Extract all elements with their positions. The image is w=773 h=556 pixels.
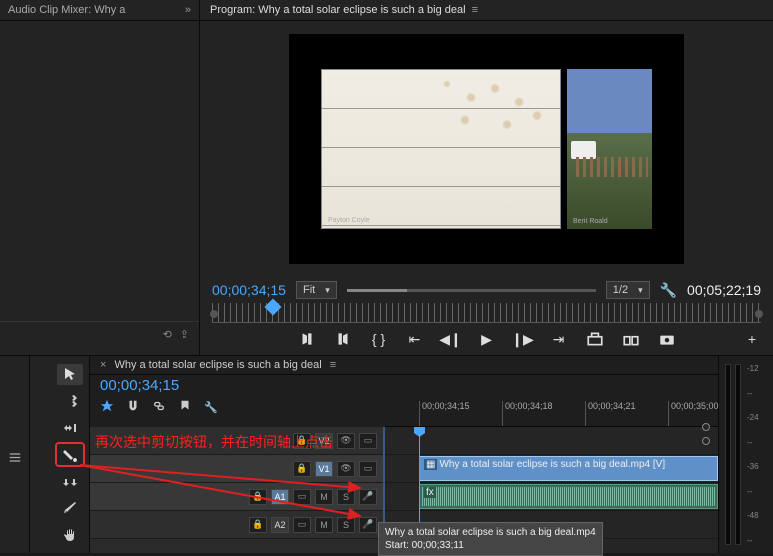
- audio-mixer-title: Audio Clip Mixer: Why a: [8, 4, 179, 16]
- share-icon[interactable]: ⇪: [180, 328, 189, 341]
- timeline-timecode[interactable]: 00;00;34;15: [90, 375, 385, 396]
- meter-bar-left: [725, 364, 731, 545]
- clip-tooltip: Why a total solar eclipse is such a big …: [378, 522, 603, 556]
- mark-in-icon[interactable]: [298, 331, 316, 347]
- sequence-menu-icon[interactable]: ≡: [330, 359, 336, 371]
- zoom-dropdown[interactable]: 1/2▾: [606, 281, 650, 299]
- program-title: Program: Why a total solar eclipse is su…: [210, 4, 466, 16]
- current-timecode[interactable]: 00;00;34;15: [212, 282, 286, 298]
- cycle-icon[interactable]: ⟲: [163, 328, 172, 341]
- audio-mixer-panel: Audio Clip Mixer: Why a » ⟲ ⇪: [0, 0, 200, 355]
- marker-icon[interactable]: [178, 399, 192, 416]
- step-forward-icon[interactable]: ❙▶: [514, 331, 532, 347]
- audio-meter: -12 -- -24 -- -36 -- -48 --: [718, 356, 773, 553]
- program-monitor[interactable]: Payton Coyle Berit Roald: [200, 21, 773, 277]
- selection-tool[interactable]: [57, 364, 83, 385]
- mark-out-icon[interactable]: [334, 331, 352, 347]
- mark-clip-icon[interactable]: { }: [370, 331, 388, 347]
- magnet-icon[interactable]: [126, 399, 140, 416]
- program-monitor-panel: Program: Why a total solar eclipse is su…: [200, 0, 773, 355]
- add-button-icon[interactable]: +: [743, 331, 761, 347]
- preview-image-2: Berit Roald: [567, 69, 652, 229]
- meter-bar-right: [735, 364, 741, 545]
- snap-icon[interactable]: [100, 399, 114, 416]
- project-panel-collapsed[interactable]: [0, 356, 30, 553]
- close-sequence-icon[interactable]: ×: [100, 359, 106, 371]
- fit-dropdown[interactable]: Fit▾: [296, 281, 337, 299]
- annotation-text: 再次选中剪切按钮，并在时间轴上点击: [95, 432, 333, 452]
- ripple-edit-tool[interactable]: [57, 417, 83, 438]
- video-preview: Payton Coyle Berit Roald: [289, 34, 684, 264]
- video-clip[interactable]: ▦Why a total solar eclipse is such a big…: [419, 456, 718, 481]
- export-frame-icon[interactable]: [658, 331, 676, 347]
- linked-selection-icon[interactable]: [152, 399, 166, 416]
- panel-menu-icon[interactable]: ≡: [472, 4, 478, 16]
- audio-clip[interactable]: fx: [419, 484, 718, 509]
- step-back-icon[interactable]: ◀❙: [442, 331, 460, 347]
- preview-image-1: Payton Coyle: [321, 69, 561, 229]
- scrubber-handle-end[interactable]: [755, 310, 763, 318]
- settings-icon[interactable]: 🔧: [660, 282, 677, 299]
- track-select-tool[interactable]: [57, 391, 83, 412]
- go-to-in-icon[interactable]: ⇤: [406, 331, 424, 347]
- settings-wrench-icon[interactable]: 🔧: [204, 401, 218, 414]
- go-to-out-icon[interactable]: ⇥: [550, 331, 568, 347]
- sequence-title[interactable]: Why a total solar eclipse is such a big …: [114, 359, 321, 371]
- timeline-ruler[interactable]: 00;00;34;15 00;00;34;18 00;00;34;21 00;0…: [385, 401, 718, 427]
- lift-icon[interactable]: [586, 331, 604, 347]
- duration-timecode: 00;05;22;19: [687, 282, 761, 298]
- play-icon[interactable]: ▶: [478, 331, 496, 347]
- annotation-arrow: [70, 440, 390, 540]
- expand-icon[interactable]: »: [185, 4, 191, 16]
- track-expand-handle[interactable]: [702, 437, 710, 445]
- scrubber-handle-start[interactable]: [210, 310, 218, 318]
- extract-icon[interactable]: [622, 331, 640, 347]
- program-scrubber[interactable]: [212, 303, 761, 323]
